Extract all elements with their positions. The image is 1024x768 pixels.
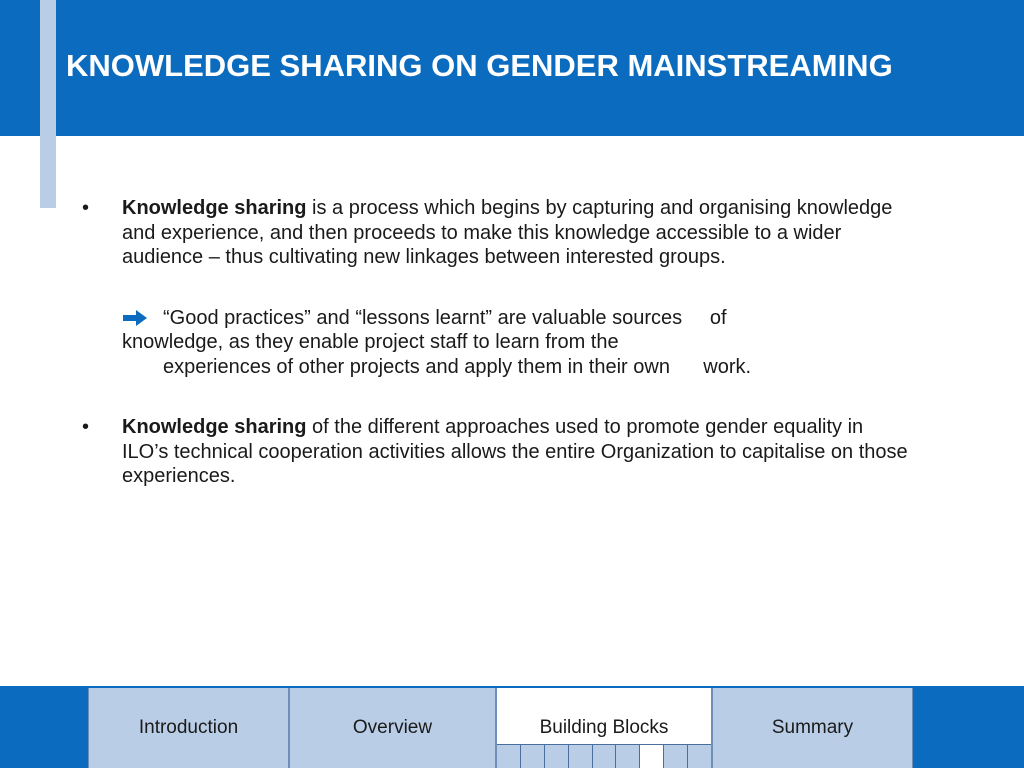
page-cell[interactable] [688,744,712,768]
page-cell[interactable] [497,744,521,768]
page-cell[interactable] [520,744,545,768]
bottom-navigation: Introduction Overview Building Blocks Su… [0,686,1024,768]
tab-label: Summary [771,717,854,738]
slide-content: • Knowledge sharing is a process which b… [80,196,910,489]
page-cell[interactable] [592,744,617,768]
bullet-item: • Knowledge sharing of the different app… [80,415,910,489]
bullet-item: • Knowledge sharing is a process which b… [80,196,910,270]
note-line-3: experiences of other projects and apply … [163,355,752,378]
tab-label: Building Blocks [539,717,669,738]
bullet-bold-term: Knowledge sharing [122,197,307,219]
tab-summary[interactable]: Summary [712,688,913,768]
tab-building-blocks[interactable]: Building Blocks [496,688,712,768]
note-line-1: “Good practices” and “lessons learnt” ar… [163,306,727,329]
page-cell[interactable] [544,744,569,768]
bullet-bold-term: Knowledge sharing [122,416,307,438]
tab-label: Overview [352,717,433,738]
page-cell-current[interactable] [640,744,665,768]
bullet-dot-icon: • [82,416,90,438]
bullet-dot-icon: • [82,197,90,219]
note-line: “Good practices” and “lessons learnt” ar… [122,306,910,331]
tab-overview[interactable]: Overview [289,688,496,768]
page-cell[interactable] [616,744,641,768]
header-accent-bar [40,0,56,208]
tab-introduction[interactable]: Introduction [88,688,289,768]
slide-title: KNOWLEDGE SHARING ON GENDER MAINSTREAMIN… [66,48,893,83]
page-cell[interactable] [568,744,593,768]
building-blocks-page-selector [497,744,712,768]
page-cell[interactable] [664,744,689,768]
note-block: “Good practices” and “lessons learnt” ar… [122,306,910,380]
note-line-2: knowledge, as they enable project staff … [122,331,619,353]
tab-label: Introduction [138,717,239,738]
right-arrow-icon [123,309,147,326]
